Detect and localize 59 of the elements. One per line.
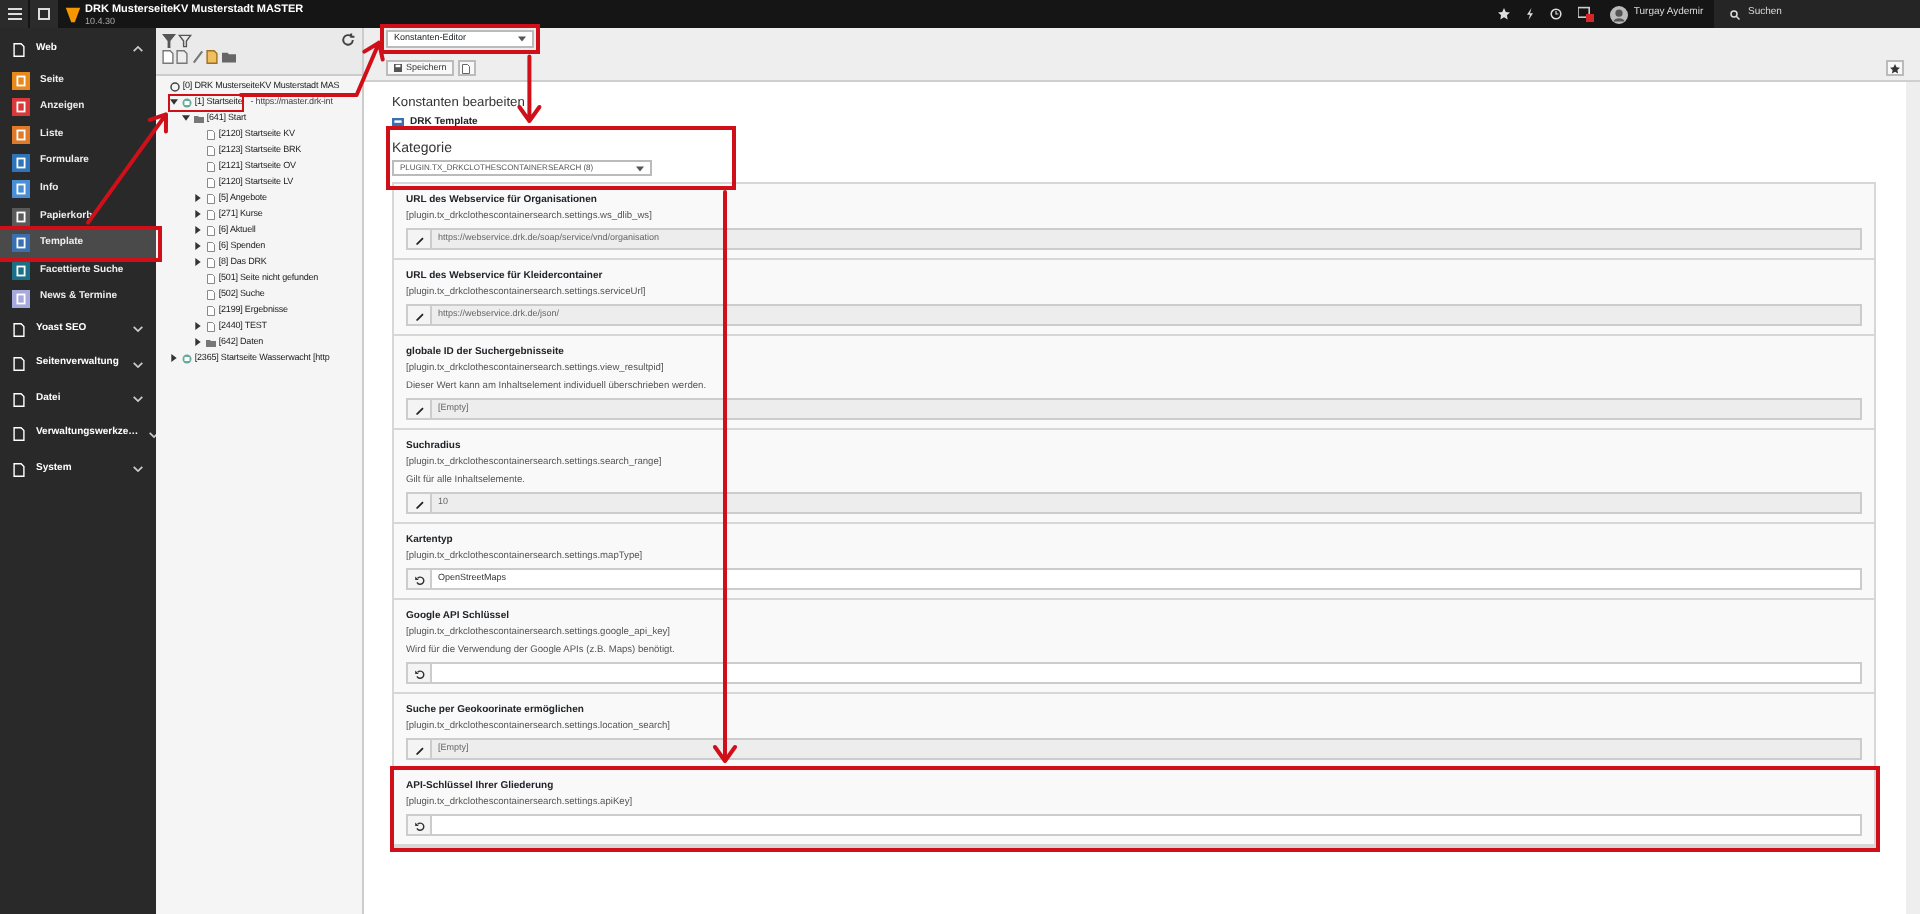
refresh-icon[interactable] [340,32,356,48]
expand-arrow-icon[interactable] [194,210,203,219]
save-icon [394,64,402,72]
folder-icon[interactable] [221,50,235,65]
pencil-icon [413,233,425,245]
reset-button[interactable] [406,814,430,836]
edit-button[interactable] [406,492,430,514]
document-icon [12,321,26,338]
edit-button[interactable] [406,398,430,420]
setting-input[interactable] [430,814,1862,836]
document-icon [12,356,26,373]
chevron-down-icon [132,324,144,335]
edit-button[interactable] [406,228,430,250]
grid-icon[interactable] [30,0,59,28]
chevron-down-icon [132,464,144,475]
reset-button[interactable] [406,662,430,684]
collapse-arrow-icon[interactable] [170,98,179,107]
collapse-arrow-icon[interactable] [182,114,191,123]
document-icon [12,391,26,408]
filter-icon[interactable] [162,33,176,47]
reset-icon [413,573,425,585]
expand-arrow-icon[interactable] [170,354,179,363]
expand-arrow-icon[interactable] [194,226,203,235]
logo-icon[interactable] [64,5,83,23]
caret-icon [636,165,644,171]
reset-icon [413,819,425,831]
document-icon [12,426,26,443]
menu-icon[interactable] [0,0,28,28]
document-icon[interactable] [206,50,219,65]
folder-icon[interactable] [193,113,204,124]
edit-button[interactable] [406,738,430,760]
star-icon[interactable] [1886,60,1904,76]
scrollbar[interactable] [1906,82,1920,914]
globe-icon[interactable] [169,81,180,92]
expand-arrow-icon[interactable] [194,242,203,251]
expand-arrow-icon[interactable] [194,258,203,267]
edit-button[interactable] [406,304,430,326]
document-icon[interactable] [457,60,476,76]
pencil-icon [413,309,425,321]
pencil-icon [413,743,425,755]
pencil-icon [413,497,425,509]
avatar-icon [1609,5,1628,23]
folder-icon[interactable] [205,337,216,348]
chevron-down-icon [132,359,144,370]
reset-icon [413,667,425,679]
document-icon [12,41,26,58]
chevron-down-icon [132,394,144,405]
chevron-up-icon [132,44,144,55]
document-icon [12,461,26,478]
setting-input[interactable] [430,662,1862,684]
caret-icon [518,36,526,42]
reset-button[interactable] [406,568,430,590]
expand-arrow-icon[interactable] [194,322,203,331]
pencil-icon [413,403,425,415]
expand-arrow-icon[interactable] [194,194,203,203]
funnel-icon[interactable] [178,33,193,47]
search-icon [1730,9,1740,19]
expand-arrow-icon[interactable] [194,338,203,347]
link-icon[interactable] [191,50,204,65]
